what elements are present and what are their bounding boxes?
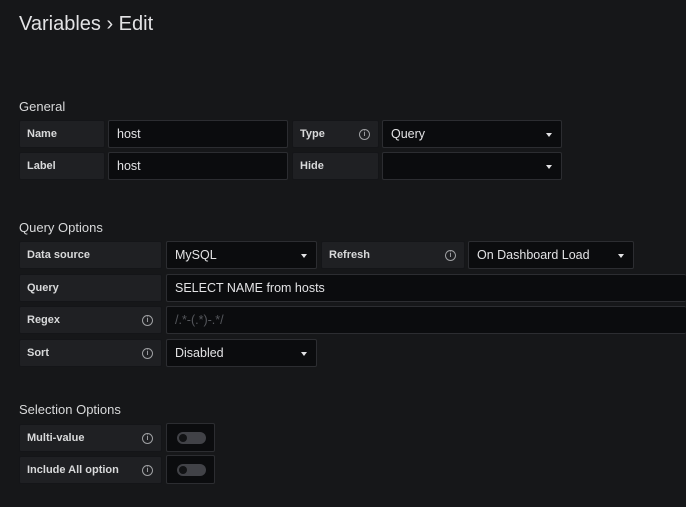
datasource-select[interactable]: MySQL (166, 241, 317, 269)
label-label: Label (19, 152, 105, 180)
name-label-text: Name (27, 128, 57, 140)
info-icon[interactable]: i (445, 250, 456, 261)
label-input[interactable]: host (108, 152, 288, 180)
info-icon[interactable]: i (142, 433, 153, 444)
label-label-text: Label (27, 160, 56, 172)
info-icon[interactable]: i (142, 348, 153, 359)
name-label: Name (19, 120, 105, 148)
chevron-down-icon (301, 254, 307, 258)
datasource-label: Data source (19, 241, 162, 269)
chevron-down-icon (301, 352, 307, 356)
type-select[interactable]: Query (382, 120, 562, 148)
refresh-select[interactable]: On Dashboard Load (468, 241, 634, 269)
multivalue-label: Multi-value i (19, 424, 162, 452)
info-icon[interactable]: i (359, 129, 370, 140)
switch-track (177, 432, 206, 444)
multivalue-switch[interactable] (166, 423, 215, 452)
chevron-down-icon (546, 133, 552, 137)
datasource-select-value: MySQL (175, 248, 217, 262)
regex-label: Regex i (19, 306, 162, 334)
query-input[interactable]: SELECT NAME from hosts (166, 274, 686, 302)
page-title: Variables › Edit (19, 13, 154, 35)
refresh-label-text: Refresh (329, 249, 370, 261)
type-label: Type i (292, 120, 379, 148)
switch-knob (179, 434, 187, 442)
switch-track (177, 464, 206, 476)
query-label-text: Query (27, 282, 59, 294)
hide-select[interactable] (382, 152, 562, 180)
type-label-text: Type (300, 128, 325, 140)
info-icon[interactable]: i (142, 315, 153, 326)
hide-label-text: Hide (300, 160, 324, 172)
chevron-down-icon (546, 165, 552, 169)
sort-label-text: Sort (27, 347, 49, 359)
type-select-value: Query (391, 127, 426, 141)
name-input[interactable]: host (108, 120, 288, 148)
query-options-heading: Query Options (19, 220, 103, 235)
switch-knob (179, 466, 187, 474)
selection-options-heading: Selection Options (19, 402, 121, 417)
sort-select-value: Disabled (175, 346, 224, 360)
include-all-label: Include All option i (19, 456, 162, 484)
hide-label: Hide (292, 152, 379, 180)
sort-select[interactable]: Disabled (166, 339, 317, 367)
regex-label-text: Regex (27, 314, 61, 326)
multivalue-label-text: Multi-value (27, 432, 85, 444)
regex-input[interactable]: /.*-(.*)-.*/ (166, 306, 686, 334)
sort-label: Sort i (19, 339, 162, 367)
info-icon[interactable]: i (142, 465, 153, 476)
refresh-select-value: On Dashboard Load (477, 248, 590, 262)
query-label: Query (19, 274, 162, 302)
include-all-switch[interactable] (166, 455, 215, 484)
chevron-down-icon (618, 254, 624, 258)
general-heading: General (19, 99, 66, 114)
refresh-label: Refresh i (321, 241, 465, 269)
datasource-label-text: Data source (27, 249, 90, 261)
include-all-label-text: Include All option (27, 464, 119, 476)
